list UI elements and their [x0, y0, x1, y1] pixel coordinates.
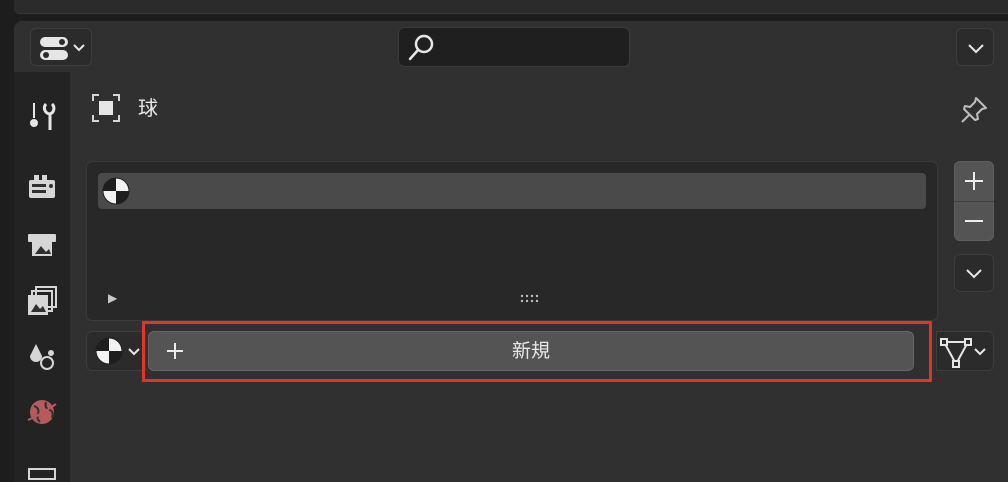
view-layer-icon — [28, 286, 57, 315]
plus-icon — [965, 172, 983, 190]
chevron-down-icon — [966, 269, 982, 279]
scene-icon — [30, 344, 54, 370]
tab-scene[interactable] — [18, 332, 66, 380]
material-sphere-icon — [102, 177, 130, 205]
tab-render[interactable] — [18, 162, 66, 210]
remove-slot-button[interactable] — [954, 201, 994, 241]
search-input[interactable] — [398, 27, 630, 67]
minus-icon — [965, 220, 983, 222]
pin-icon[interactable] — [956, 92, 992, 128]
output-icon — [28, 234, 56, 256]
add-slot-button[interactable] — [954, 161, 994, 201]
tab-tool[interactable] — [18, 92, 66, 140]
options-dropdown[interactable] — [956, 28, 994, 66]
material-slot-row[interactable] — [98, 173, 926, 209]
context-object-name: 球 — [138, 96, 158, 120]
tab-object[interactable] — [18, 452, 66, 482]
new-material-button[interactable]: 新規 — [148, 331, 914, 371]
search-icon — [408, 34, 434, 61]
tab-world[interactable] — [18, 388, 66, 436]
top-editor-panel — [14, 0, 1008, 14]
chevron-down-icon — [968, 44, 984, 54]
new-material-label: 新規 — [511, 340, 550, 362]
tab-view-layer[interactable] — [18, 276, 66, 324]
material-sphere-icon — [95, 337, 140, 365]
mesh-data-icon — [940, 338, 986, 368]
list-resize-grip[interactable] — [516, 292, 544, 306]
expand-filter-arrow[interactable]: ▶ — [108, 290, 124, 306]
material-specials-dropdown[interactable] — [954, 254, 994, 292]
properties-editor-icon — [40, 37, 85, 60]
object-icon — [90, 92, 122, 124]
tab-output[interactable] — [18, 220, 66, 268]
tool-icon — [30, 102, 56, 130]
browse-material-dropdown[interactable] — [86, 331, 146, 371]
object-icon — [28, 468, 56, 480]
render-icon — [29, 175, 55, 198]
material-link-dropdown[interactable] — [936, 331, 994, 371]
world-icon — [27, 400, 57, 424]
left-gutter — [0, 20, 14, 482]
editor-type-dropdown[interactable] — [30, 28, 92, 66]
